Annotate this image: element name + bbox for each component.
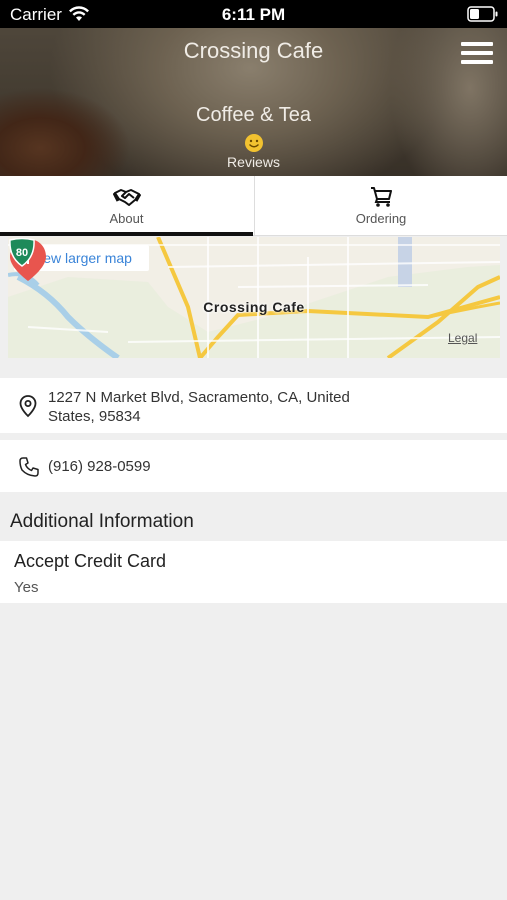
battery-icon (467, 6, 498, 22)
category-label: Coffee & Tea (196, 104, 311, 126)
tab-about[interactable]: About (0, 176, 253, 236)
phone-number: (916) 928-0599 (48, 458, 151, 475)
location-icon (19, 395, 37, 418)
phone-icon (19, 457, 39, 477)
tab-ordering-label: Ordering (355, 211, 407, 226)
smiley-icon (245, 134, 263, 152)
status-time: 6:11 PM (221, 5, 286, 24)
info-item-credit-card: Accept Credit Card Yes (0, 541, 507, 603)
address-line1: 1227 N Market Blvd, Sacramento, CA, Unit… (48, 389, 350, 406)
reviews-link[interactable]: Reviews (0, 154, 507, 170)
shield-number: 80 (16, 247, 28, 259)
interstate-shield-icon: 80 (9, 237, 35, 267)
hamburger-menu-icon[interactable] (461, 42, 493, 64)
cart-icon (371, 187, 392, 207)
status-bar: Carrier 6:11 PM (0, 0, 507, 28)
info-item-value: Yes (14, 579, 39, 596)
location-map[interactable]: View larger map Crossing Cafe 80 Legal (8, 237, 500, 358)
address-row[interactable]: 1227 N Market Blvd, Sacramento, CA, Unit… (0, 378, 507, 433)
phone-row[interactable]: (916) 928-0599 (0, 440, 507, 492)
map-legal-link[interactable]: Legal (448, 331, 477, 345)
tab-ordering[interactable]: Ordering (254, 176, 507, 236)
info-item-label: Accept Credit Card (14, 551, 167, 571)
tab-about-label: About (109, 211, 144, 226)
address-text: 1227 N Market Blvd, Sacramento, CA, Unit… (48, 388, 388, 426)
address-line2: States, 95834 (48, 408, 141, 425)
header-banner: Crossing Cafe Coffee & Tea Reviews (0, 28, 507, 176)
additional-info-heading: Additional Information (10, 511, 194, 532)
map-place-label: Crossing Cafe (203, 299, 305, 315)
page-title: Crossing Cafe (183, 38, 324, 63)
tab-bar: About Ordering (0, 176, 507, 236)
handshake-icon (112, 189, 141, 206)
